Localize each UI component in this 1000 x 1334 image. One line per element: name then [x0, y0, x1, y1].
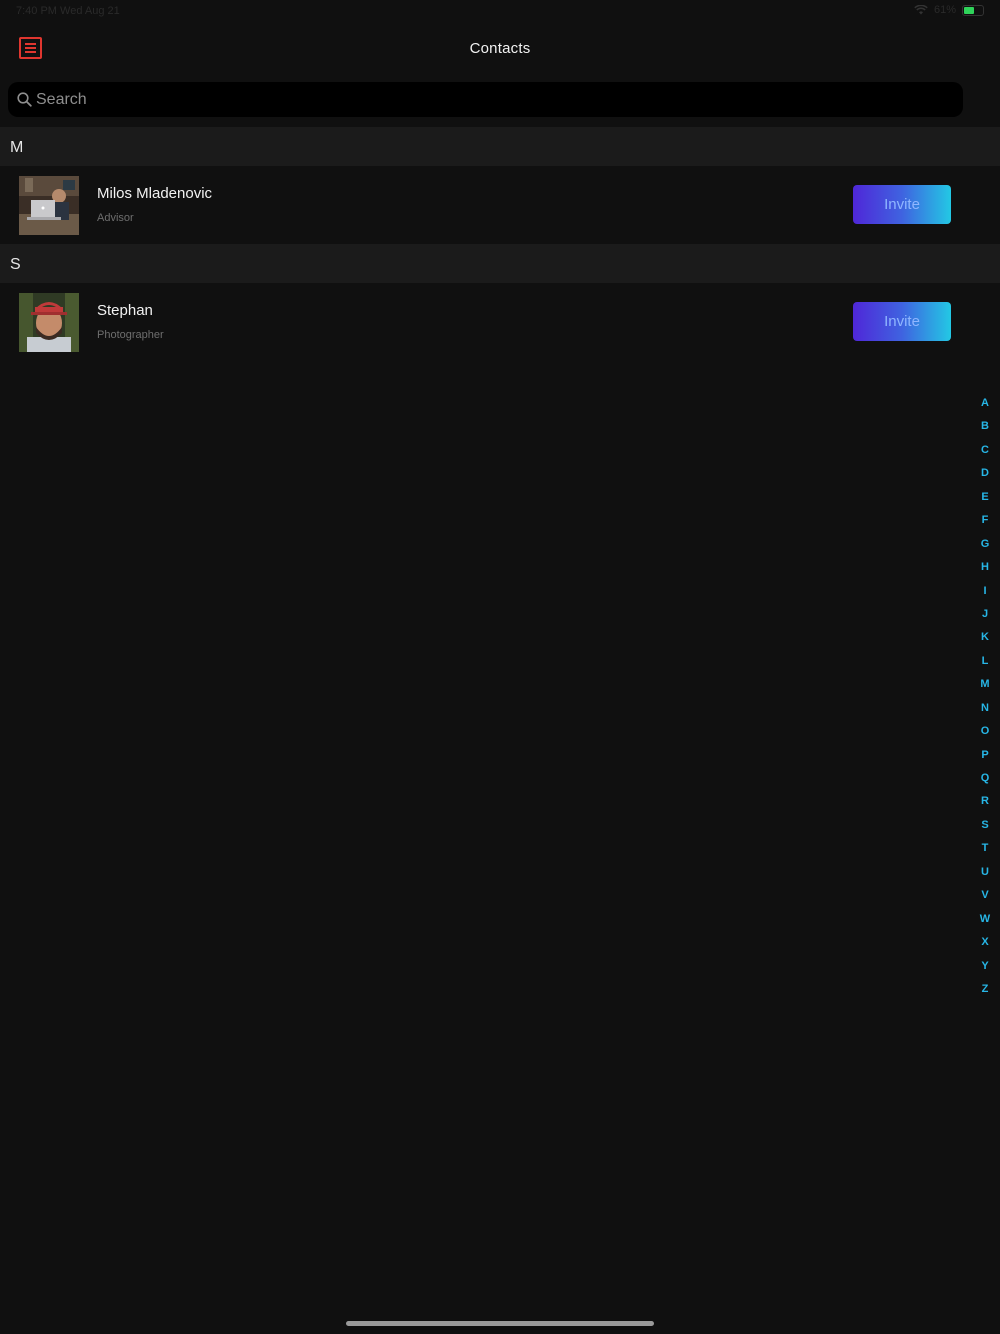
search-icon [17, 92, 32, 107]
index-letter-v[interactable]: V [976, 885, 994, 908]
contact-row[interactable]: Milos Mladenovic Advisor Invite [0, 166, 1000, 244]
index-letter-p[interactable]: P [976, 745, 994, 768]
index-letter-s[interactable]: S [976, 815, 994, 838]
index-letter-w[interactable]: W [976, 909, 994, 932]
index-letter-l[interactable]: L [976, 651, 994, 674]
index-letter-n[interactable]: N [976, 698, 994, 721]
battery-icon [962, 4, 984, 16]
avatar-photo [19, 293, 79, 352]
index-letter-a[interactable]: A [976, 393, 994, 416]
search-bar[interactable] [8, 82, 963, 117]
page-title: Contacts [469, 40, 531, 57]
section-header-s: S [0, 244, 1000, 283]
index-letter-y[interactable]: Y [976, 956, 994, 979]
index-letter-h[interactable]: H [976, 557, 994, 580]
wifi-icon [914, 5, 928, 15]
nav-bar: Contacts [0, 24, 1000, 76]
index-letter-x[interactable]: X [976, 932, 994, 955]
index-letter-d[interactable]: D [976, 463, 994, 486]
avatar-photo [19, 176, 79, 235]
invite-button[interactable]: Invite [853, 185, 951, 224]
index-letter-r[interactable]: R [976, 791, 994, 814]
battery-percent: 61% [933, 4, 956, 16]
index-letter-i[interactable]: I [976, 581, 994, 604]
contact-name: Stephan [97, 302, 153, 319]
contact-row[interactable]: Stephan Photographer Invite [0, 283, 1000, 361]
section-index[interactable]: ABCDEFGHIJKLMNOPQRSTUVWXYZ [976, 393, 994, 1002]
index-letter-m[interactable]: M [976, 674, 994, 697]
status-indicators: 61% [914, 4, 984, 16]
index-letter-z[interactable]: Z [976, 979, 994, 1002]
index-letter-t[interactable]: T [976, 838, 994, 861]
section-header-m: M [0, 127, 1000, 166]
index-letter-j[interactable]: J [976, 604, 994, 627]
avatar [19, 176, 79, 235]
index-letter-u[interactable]: U [976, 862, 994, 885]
contact-role: Advisor [97, 212, 134, 224]
home-indicator[interactable] [346, 1321, 654, 1326]
section-letter: S [10, 256, 21, 273]
index-letter-g[interactable]: G [976, 534, 994, 557]
search-input[interactable] [36, 82, 936, 117]
index-letter-o[interactable]: O [976, 721, 994, 744]
avatar [19, 293, 79, 352]
index-letter-c[interactable]: C [976, 440, 994, 463]
index-letter-b[interactable]: B [976, 416, 994, 439]
contact-name: Milos Mladenovic [97, 185, 213, 202]
battery-level [964, 6, 974, 14]
status-time: 7:40 PM Wed Aug 21 [16, 5, 120, 17]
index-letter-q[interactable]: Q [976, 768, 994, 791]
section-letter: M [10, 139, 24, 156]
index-letter-e[interactable]: E [976, 487, 994, 510]
status-bar: 7:40 PM Wed Aug 21 61% [0, 0, 1000, 24]
invite-button[interactable]: Invite [853, 302, 951, 341]
index-letter-k[interactable]: K [976, 627, 994, 650]
index-letter-f[interactable]: F [976, 510, 994, 533]
contact-role: Photographer [97, 329, 164, 341]
